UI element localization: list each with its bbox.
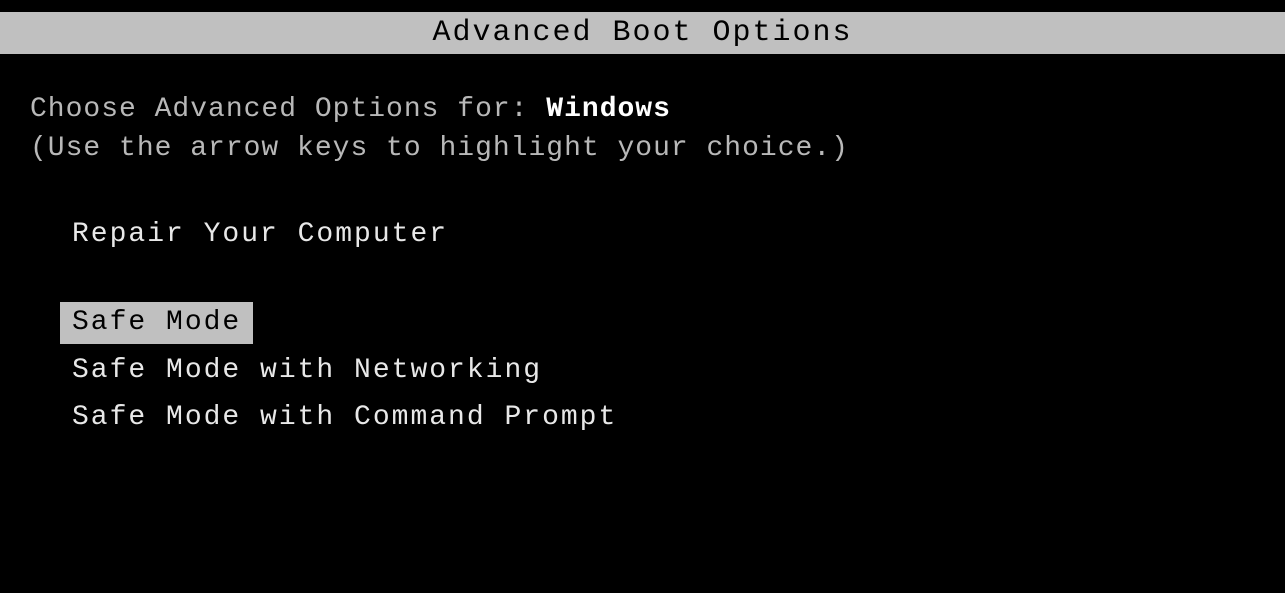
os-name: Windows [546, 94, 671, 125]
menu-item-safe-mode-cmd[interactable]: Safe Mode with Command Prompt [60, 397, 629, 439]
prompt-line: Choose Advanced Options for: Windows [30, 94, 1255, 125]
menu-item-safe-mode[interactable]: Safe Mode [60, 302, 253, 344]
hint-line: (Use the arrow keys to highlight your ch… [30, 133, 1255, 164]
boot-menu[interactable]: Repair Your Computer Safe Mode Safe Mode… [30, 214, 1255, 445]
content-area: Choose Advanced Options for: Windows (Us… [0, 54, 1285, 445]
title-bar: Advanced Boot Options [0, 12, 1285, 54]
menu-item-safe-mode-networking[interactable]: Safe Mode with Networking [60, 350, 554, 392]
menu-item-repair[interactable]: Repair Your Computer [60, 214, 460, 256]
prompt-label: Choose Advanced Options for: [30, 94, 546, 125]
screen-title: Advanced Boot Options [432, 16, 852, 50]
